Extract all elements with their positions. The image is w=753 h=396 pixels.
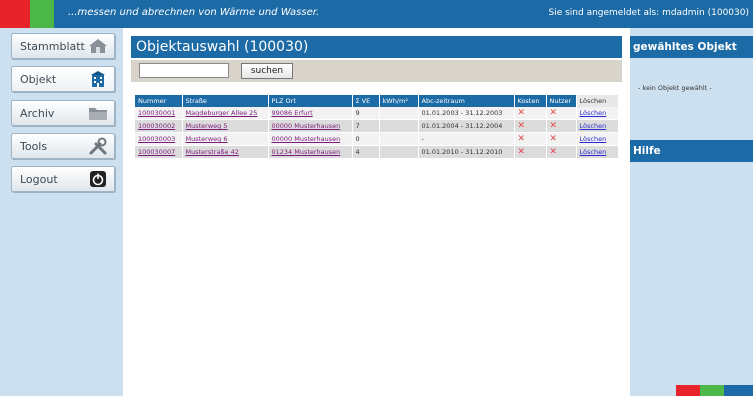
nutzer-x-icon[interactable]: ✕: [550, 108, 558, 118]
column-header: Nummer: [135, 95, 183, 107]
kwh-value: [379, 119, 419, 133]
search-row: suchen: [131, 60, 622, 82]
footer-red-block: [676, 385, 700, 396]
table-row: 100030003 Musterweg 6 00000 Musterhausen…: [135, 132, 619, 146]
table-header-row: Nummer Straße PLZ Ort Σ VE kWh/m² Abc-ze…: [135, 95, 619, 107]
footer-blue-block: [724, 385, 753, 396]
help-title: Hilfe: [633, 145, 661, 157]
kwh-value: [379, 107, 419, 120]
street-link[interactable]: Musterstraße 42: [186, 148, 239, 156]
nav-button-objekt[interactable]: Objekt: [11, 66, 115, 92]
object-number-link[interactable]: 100030001: [138, 109, 175, 117]
object-number-link[interactable]: 100030002: [138, 122, 175, 130]
selected-object-title: gewähltes Objekt: [633, 41, 737, 53]
nav-button-archiv[interactable]: Archiv: [11, 100, 115, 126]
nav-label: Objekt: [20, 73, 57, 86]
city-link[interactable]: 99086 Erfurt: [272, 109, 313, 117]
column-header: Löschen: [576, 95, 619, 107]
left-sidebar: Stammblatt Objekt Archiv Tools Logout: [0, 28, 123, 396]
column-header: Σ VE: [352, 95, 380, 107]
kwh-value: [379, 132, 419, 146]
search-button[interactable]: suchen: [241, 63, 293, 79]
column-header: Abc-zeitraum: [418, 95, 515, 107]
table-row: 100030007 Musterstraße 42 01234 Musterha…: [135, 145, 619, 159]
nav-button-tools[interactable]: Tools: [11, 133, 115, 159]
tools-icon: [89, 137, 107, 155]
delete-link[interactable]: Löschen: [580, 109, 607, 117]
page-title: Objektauswahl (100030): [136, 39, 309, 55]
object-number-link[interactable]: 100030007: [138, 148, 175, 156]
delete-link[interactable]: Löschen: [580, 122, 607, 130]
column-header: kWh/m²: [379, 95, 419, 107]
right-sidebar: gewähltes Objekt - kein Objekt gewählt -…: [630, 28, 753, 396]
billing-period: -: [418, 132, 515, 146]
object-number-link[interactable]: 100030003: [138, 135, 175, 143]
ve-count: 7: [352, 119, 380, 133]
nav-button-logout[interactable]: Logout: [11, 166, 115, 192]
street-link[interactable]: Musterweg 5: [186, 122, 228, 130]
nutzer-x-icon[interactable]: ✕: [550, 121, 558, 131]
slogan: ...messen und abrechnen von Wärme und Wa…: [68, 7, 320, 18]
ve-count: 0: [352, 132, 380, 146]
table-row: 100030002 Musterweg 5 00000 Musterhausen…: [135, 119, 619, 133]
top-bar: ...messen und abrechnen von Wärme und Wa…: [0, 0, 753, 28]
nav-label: Tools: [20, 140, 48, 153]
kosten-x-icon[interactable]: ✕: [518, 134, 526, 144]
title-bar: Objektauswahl (100030): [131, 36, 622, 58]
logout-icon: [90, 171, 106, 187]
city-link[interactable]: 00000 Musterhausen: [272, 135, 341, 143]
delete-link[interactable]: Löschen: [580, 135, 607, 143]
nutzer-x-icon[interactable]: ✕: [550, 134, 558, 144]
logo-red-block: [0, 0, 30, 28]
street-link[interactable]: Musterweg 6: [186, 135, 228, 143]
nav-label: Archiv: [20, 107, 55, 120]
login-status: Sie sind angemeldet als: mdadmin (100030…: [548, 8, 749, 18]
nav-label: Logout: [20, 173, 58, 186]
table-row: 100030001 Magdeburger Allee 25 99086 Erf…: [135, 107, 619, 120]
billing-period: 01.01.2003 - 31.12.2003: [418, 107, 515, 120]
house-icon: [89, 39, 107, 53]
column-header: Kosten: [514, 95, 547, 107]
help-header: Hilfe: [630, 140, 753, 162]
city-link[interactable]: 01234 Musterhausen: [272, 148, 341, 156]
ve-count: 9: [352, 107, 380, 120]
object-table: Nummer Straße PLZ Ort Σ VE kWh/m² Abc-ze…: [135, 95, 619, 159]
page: ...messen und abrechnen von Wärme und Wa…: [0, 0, 753, 396]
street-link[interactable]: Magdeburger Allee 25: [186, 109, 258, 117]
kosten-x-icon[interactable]: ✕: [518, 147, 526, 157]
search-input[interactable]: [139, 63, 229, 78]
logo-green-block: [30, 0, 54, 28]
nav-label: Stammblatt: [20, 40, 85, 53]
footer-green-block: [700, 385, 724, 396]
city-link[interactable]: 00000 Musterhausen: [272, 122, 341, 130]
selected-object-header: gewähltes Objekt: [630, 36, 753, 58]
kwh-value: [379, 145, 419, 159]
delete-link[interactable]: Löschen: [580, 148, 607, 156]
kosten-x-icon[interactable]: ✕: [518, 108, 526, 118]
nav-button-stammblatt[interactable]: Stammblatt: [11, 33, 115, 59]
ve-count: 4: [352, 145, 380, 159]
billing-period: 01.01.2010 - 31.12.2010: [418, 145, 515, 159]
column-header: Nutzer: [546, 95, 577, 107]
kosten-x-icon[interactable]: ✕: [518, 121, 526, 131]
nutzer-x-icon[interactable]: ✕: [550, 147, 558, 157]
column-header: PLZ Ort: [268, 95, 353, 107]
column-header: Straße: [182, 95, 269, 107]
main-content: Objektauswahl (100030) suchen Nummer Str…: [123, 28, 630, 396]
billing-period: 01.01.2004 - 31.12.2004: [418, 119, 515, 133]
building-icon: [91, 71, 105, 87]
folder-icon: [89, 108, 107, 120]
selected-object-text: - kein Objekt gewählt -: [638, 84, 712, 92]
